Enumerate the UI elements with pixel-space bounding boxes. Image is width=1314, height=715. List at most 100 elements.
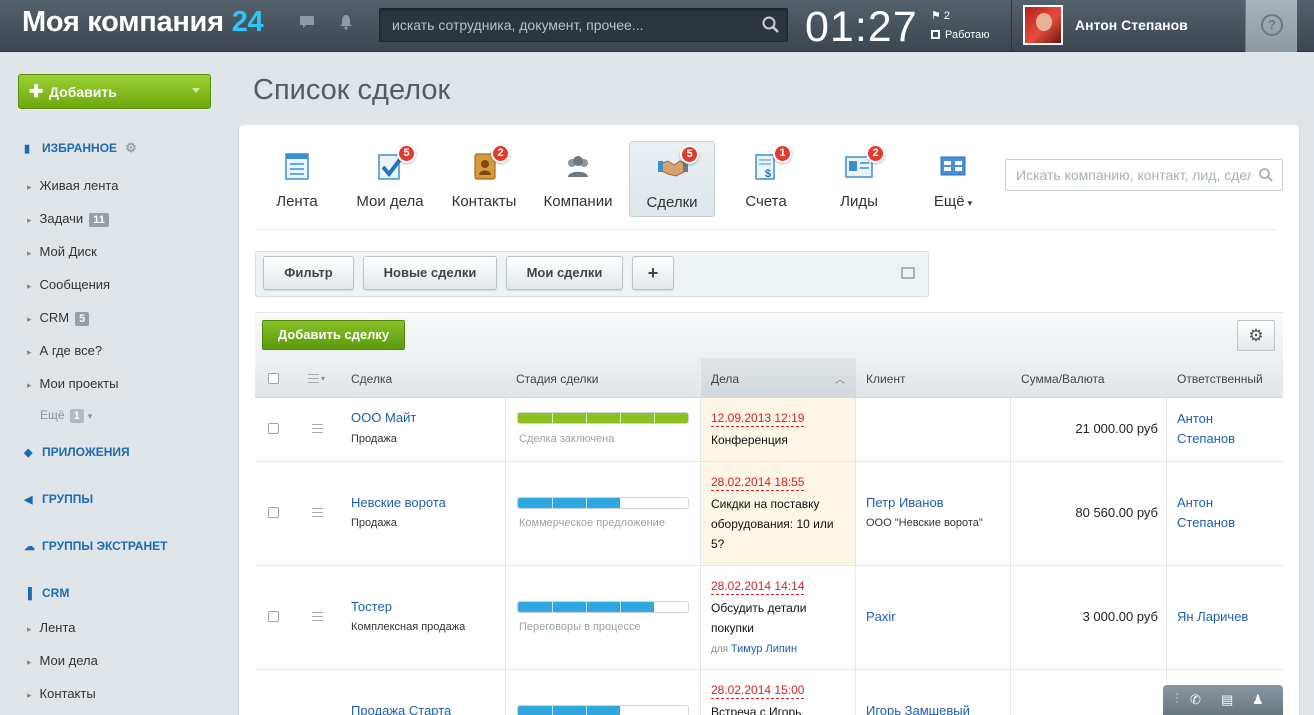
row-checkbox[interactable] [268, 423, 279, 434]
favorites-header[interactable]: ▮ ИЗБРАННОЕ ⚙ [24, 140, 137, 156]
crm-search-input[interactable] [1006, 160, 1251, 190]
stage-segment-divider [586, 413, 587, 423]
user-name[interactable]: Антон Степанов [1075, 17, 1188, 33]
sidebar-item-messages[interactable]: ▸ Сообщения [27, 277, 110, 292]
apps-header[interactable]: ◆ ПРИЛОЖЕНИЯ [24, 445, 130, 459]
column-responsible[interactable]: Ответственный [1177, 372, 1263, 386]
sidebar-item-feed[interactable]: ▸ Живая лента [27, 178, 118, 193]
global-search[interactable] [379, 8, 788, 42]
gear-icon[interactable]: ⚙ [125, 140, 137, 155]
new-deals-filter-button[interactable]: Новые сделки [363, 256, 497, 290]
stage-progress-bar[interactable] [517, 497, 689, 509]
search-icon[interactable] [761, 15, 781, 35]
task-text: Встреча с Игорь [711, 705, 802, 715]
stage-label: Коммерческое предложение [519, 517, 665, 529]
tab-feed[interactable]: Лента [254, 141, 340, 217]
add-filter-button[interactable]: + [632, 256, 674, 290]
help-button[interactable]: ? [1245, 0, 1297, 52]
global-search-input[interactable] [380, 9, 750, 41]
task-date[interactable]: 28.02.2014 18:55 [711, 475, 805, 491]
sidebar-item-tasks[interactable]: ▸ Задачи 11 [27, 211, 109, 227]
responsible-link[interactable]: Антон [1177, 411, 1213, 426]
sidebar-item-where[interactable]: ▸ А где все? [27, 343, 102, 358]
my-deals-filter-button[interactable]: Мои сделки [506, 256, 623, 290]
deal-link[interactable]: ООО Майт [351, 410, 416, 425]
client-link[interactable]: Петр Иванов [866, 495, 944, 510]
tab-deals[interactable]: 5 Сделки [629, 141, 715, 217]
avatar[interactable] [1023, 5, 1063, 45]
deal-link[interactable]: Тостер [351, 599, 392, 614]
grid-icon [940, 156, 966, 176]
stage-label: Переговоры в процессе [519, 621, 641, 633]
column-stage[interactable]: Стадия сделки [516, 372, 598, 386]
drag-handle-icon[interactable]: ⋮ [1171, 691, 1183, 705]
phone-icon[interactable]: ✆ [1190, 692, 1201, 708]
sidebar-more[interactable]: Ещё 1 ▾ [40, 408, 92, 423]
column-tasks[interactable]: Дела [711, 372, 739, 386]
work-status[interactable]: Работаю [931, 29, 990, 41]
tab-contacts[interactable]: 2 Контакты [441, 141, 527, 217]
client-link[interactable]: Paxir [866, 609, 896, 624]
client-link[interactable]: Игорь Замшевый [866, 703, 970, 715]
count-badge: 2 [491, 144, 510, 163]
search-icon[interactable] [1258, 167, 1274, 183]
sidebar-crm-contacts[interactable]: ▸ Контакты [27, 686, 96, 701]
responsible-link[interactable]: Ян Ларичев [1177, 609, 1248, 624]
responsible-link[interactable]: Степанов [1177, 515, 1235, 530]
grid-settings-button[interactable]: ⚙ [1237, 320, 1275, 351]
sidebar-item-projects[interactable]: ▸ Мои проекты [27, 376, 118, 391]
flag-counter[interactable]: ⚑ 2 [931, 9, 950, 22]
select-all-checkbox[interactable] [268, 373, 279, 384]
extranet-header[interactable]: ☁ ГРУППЫ ЭКСТРАНЕТ [24, 539, 167, 553]
add-deal-button[interactable]: Добавить сделку [262, 320, 405, 350]
crm-search[interactable] [1005, 159, 1283, 191]
tab-leads[interactable]: 2 Лиды [816, 141, 902, 217]
task-date[interactable]: 28.02.2014 14:14 [711, 579, 805, 595]
sidebar-crm-feed[interactable]: ▸ Лента [27, 620, 76, 635]
row-checkbox[interactable] [268, 507, 279, 518]
stage-progress-bar[interactable] [517, 412, 689, 424]
groups-header[interactable]: ◀ ГРУППЫ [24, 492, 93, 506]
chevron-down-icon[interactable] [192, 88, 200, 93]
stage-segment-divider [620, 602, 621, 612]
tab-invoices[interactable]: $ 1 Счета [723, 141, 809, 217]
column-deal[interactable]: Сделка [351, 372, 392, 386]
company-logo[interactable]: Моя компания 24 [22, 6, 264, 39]
deal-link[interactable]: Невские ворота [351, 495, 446, 510]
sidebar-crm-tasks[interactable]: ▸ Мои дела [27, 653, 98, 668]
chat-icon[interactable]: ▤ [1221, 692, 1233, 708]
tab-my-tasks[interactable]: 5 Мои дела [347, 141, 433, 217]
column-client[interactable]: Клиент [866, 372, 906, 386]
filter-button[interactable]: Фильтр [263, 256, 354, 290]
responsible-link[interactable]: Степанов [1177, 431, 1235, 446]
task-date[interactable]: 28.02.2014 15:00 [711, 683, 805, 699]
task-person-link[interactable]: Тимур Липин [731, 643, 797, 655]
crm-header[interactable]: ▐ CRM [24, 586, 69, 600]
notification-bell-icon[interactable] [335, 14, 357, 36]
task-date[interactable]: 12.09.2013 12:19 [711, 411, 805, 427]
row-menu-icon[interactable] [312, 424, 323, 433]
tab-more[interactable]: Ещё ▾ [910, 141, 996, 217]
column-menu-icon[interactable] [308, 374, 319, 383]
column-divider [1010, 398, 1011, 715]
stage-segment-divider [552, 706, 553, 715]
deal-link[interactable]: Продажа Старта [351, 703, 451, 715]
collapse-icon[interactable] [901, 267, 915, 279]
notification-bell-icon[interactable]: ♟ [1252, 692, 1264, 708]
row-checkbox[interactable] [268, 611, 279, 622]
stage-progress-bar[interactable] [517, 705, 689, 715]
responsible-link[interactable]: Антон [1177, 495, 1213, 510]
stage-segment-divider [654, 706, 655, 715]
stage-progress-bar[interactable] [517, 601, 689, 613]
deal-type: Продажа [351, 517, 397, 529]
column-sum[interactable]: Сумма/Валюта [1021, 372, 1105, 386]
task-text: Обсудить детали покупки [711, 601, 807, 635]
sidebar-item-crm[interactable]: ▸ CRM 5 [27, 310, 90, 326]
row-menu-icon[interactable] [312, 508, 323, 517]
count-badge: 5 [397, 144, 416, 163]
tab-companies[interactable]: Компании [535, 141, 621, 217]
add-button[interactable]: ✚ Добавить [18, 74, 211, 109]
chat-icon[interactable] [296, 14, 318, 36]
sidebar-item-disk[interactable]: ▸ Мой Диск [27, 244, 97, 259]
row-menu-icon[interactable] [312, 612, 323, 621]
